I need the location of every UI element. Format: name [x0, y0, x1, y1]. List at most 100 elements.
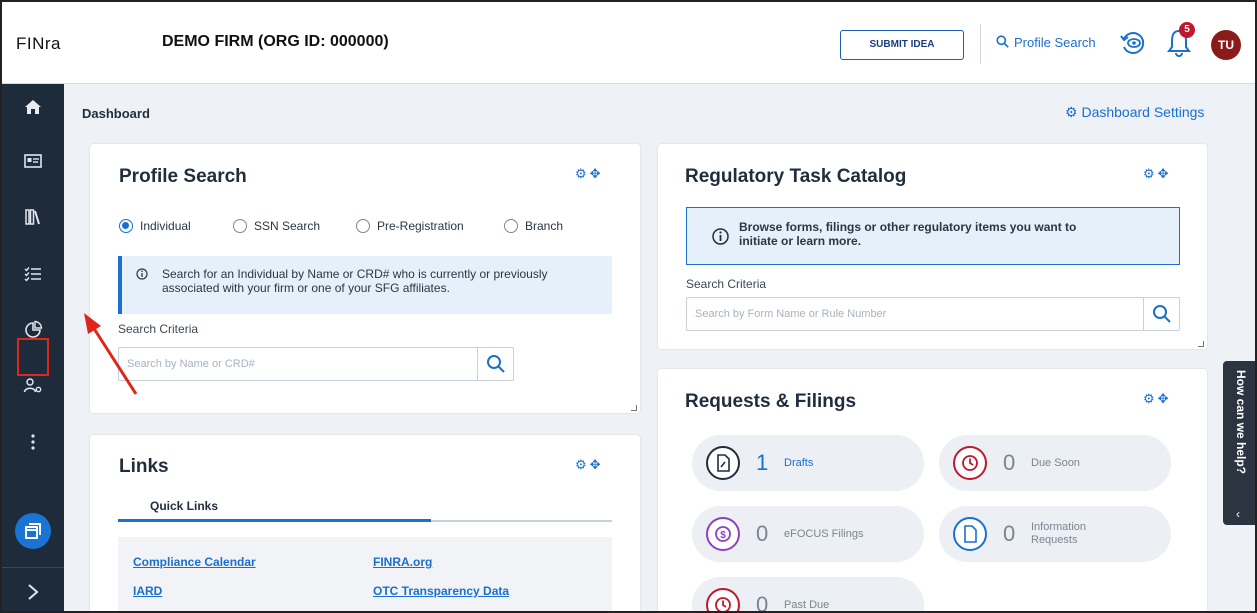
pill-count: 0	[1003, 450, 1016, 475]
info-line: associated with your firm or one of your…	[162, 281, 450, 295]
window-icon[interactable]	[15, 513, 51, 549]
radio-label: Individual	[140, 219, 191, 233]
link-iard[interactable]: IARD	[133, 584, 162, 598]
card-tools: ⚙✥	[575, 166, 604, 182]
search-icon	[996, 35, 1009, 48]
profile-search-button[interactable]	[477, 348, 513, 380]
info-line: Browse forms, filings or other regulator…	[739, 220, 1077, 234]
gear-icon: ⚙	[1065, 104, 1078, 120]
left-sidebar	[2, 84, 64, 611]
home-icon[interactable]	[2, 87, 64, 127]
radio-label: SSN Search	[254, 219, 321, 233]
avatar[interactable]: TU	[1211, 30, 1241, 60]
users-gear-icon[interactable]	[2, 366, 64, 406]
pill-label: eFOCUS Filings	[784, 527, 864, 540]
radio-selected-icon	[119, 219, 133, 233]
regulatory-search-input[interactable]	[687, 298, 1143, 330]
document-edit-icon	[706, 446, 740, 480]
chevron-left-icon[interactable]: ‹	[1236, 507, 1240, 521]
firm-name: DEMO FIRM (ORG ID: 000000)	[162, 33, 389, 50]
gear-icon[interactable]: ⚙	[575, 457, 590, 472]
profile-search-title: Profile Search	[119, 166, 247, 187]
regulatory-info-text: Browse forms, filings or other regulator…	[739, 220, 1169, 248]
profile-search-info-text: Search for an Individual by Name or CRD#…	[162, 267, 602, 295]
dashboard-settings-link[interactable]: ⚙ Dashboard Settings	[1065, 104, 1204, 121]
help-tab-label: How can we help?	[1234, 370, 1248, 475]
document-icon	[953, 517, 987, 551]
link-finra-org[interactable]: FINRA.org	[373, 555, 432, 569]
breadcrumb: Dashboard	[82, 106, 150, 121]
dashboard-settings-label: Dashboard Settings	[1081, 104, 1205, 120]
move-icon[interactable]: ✥	[590, 166, 604, 181]
pill-label: Information Requests	[1031, 521, 1086, 547]
gear-icon[interactable]: ⚙	[1143, 166, 1158, 181]
profile-search-input[interactable]	[119, 348, 477, 380]
id-card-icon[interactable]	[2, 141, 64, 181]
submit-idea-button[interactable]: SUBMIT IDEA	[840, 30, 964, 60]
info-line: Search for an Individual by Name or CRD#…	[162, 267, 548, 281]
gear-icon[interactable]: ⚙	[1143, 391, 1158, 406]
clock-icon	[706, 588, 740, 611]
card-tools: ⚙✥	[575, 457, 604, 473]
regulatory-search-field	[686, 297, 1180, 331]
search-criteria-label: Search Criteria	[686, 277, 767, 291]
pill-label: Due Soon	[1031, 456, 1080, 469]
pill-count: 0	[756, 592, 769, 613]
pill-label-line: Information	[1031, 521, 1087, 533]
move-icon[interactable]: ✥	[1158, 166, 1172, 181]
profile-search-label: Profile Search	[1014, 35, 1096, 50]
card-tools: ⚙✥	[1143, 166, 1172, 182]
radio-empty-icon	[356, 219, 370, 233]
dollar-icon: $	[706, 517, 740, 551]
profile-search-field	[118, 347, 514, 381]
links-title: Links	[119, 456, 169, 477]
radio-individual[interactable]: Individual	[119, 219, 191, 233]
task-list-icon[interactable]	[2, 254, 64, 294]
info-line: initiate or learn more.	[739, 234, 862, 248]
regulatory-title: Regulatory Task Catalog	[685, 166, 907, 187]
profile-search-link[interactable]: Profile Search	[996, 35, 1096, 50]
notification-badge: 5	[1179, 22, 1195, 38]
pill-efocus-filings[interactable]: $ 0 eFOCUS Filings	[692, 506, 924, 562]
radio-label: Pre-Registration	[377, 219, 464, 233]
link-compliance-calendar[interactable]: Compliance Calendar	[133, 555, 256, 569]
gear-icon[interactable]: ⚙	[575, 166, 590, 181]
clock-icon	[953, 446, 987, 480]
pill-information-requests[interactable]: 0 Information Requests	[939, 506, 1171, 562]
resize-handle[interactable]	[1198, 341, 1204, 347]
app-frame: FINra DEMO FIRM (ORG ID: 000000) SUBMIT …	[0, 0, 1257, 613]
radio-branch[interactable]: Branch	[504, 219, 563, 233]
radio-ssn-search[interactable]: SSN Search	[233, 219, 320, 233]
resize-handle[interactable]	[631, 405, 637, 411]
link-otc-transparency-data[interactable]: OTC Transparency Data	[373, 584, 509, 598]
header-divider	[980, 24, 981, 64]
tab-active-indicator	[118, 519, 431, 522]
finra-logo[interactable]: FINra	[16, 34, 61, 54]
move-icon[interactable]: ✥	[1158, 391, 1172, 406]
regulatory-search-button[interactable]	[1143, 298, 1179, 330]
quick-links-panel	[118, 537, 612, 611]
card-tools: ⚙✥	[1143, 391, 1172, 407]
requests-title: Requests & Filings	[685, 391, 857, 412]
tab-quick-links[interactable]: Quick Links	[150, 499, 218, 513]
pill-drafts[interactable]: 1 Drafts	[692, 435, 924, 491]
pill-past-due[interactable]: 0 Past Due	[692, 577, 924, 613]
pill-due-soon[interactable]: 0 Due Soon	[939, 435, 1171, 491]
info-icon	[712, 228, 729, 245]
library-icon[interactable]	[2, 197, 64, 237]
expand-icon[interactable]	[2, 567, 64, 611]
radio-empty-icon	[504, 219, 518, 233]
move-icon[interactable]: ✥	[590, 457, 604, 472]
pill-count: 0	[756, 521, 769, 546]
radio-label: Branch	[525, 219, 564, 233]
pill-label: Drafts	[784, 456, 814, 469]
pill-count: 0	[1003, 521, 1016, 546]
chart-pie-icon[interactable]	[2, 310, 64, 350]
svg-text:$: $	[720, 530, 726, 541]
more-icon[interactable]	[2, 422, 64, 462]
radio-empty-icon	[233, 219, 247, 233]
history-eye-icon[interactable]	[1120, 30, 1146, 56]
info-icon	[136, 268, 148, 280]
pill-label-line: Requests	[1031, 534, 1078, 546]
radio-pre-registration[interactable]: Pre-Registration	[356, 219, 464, 233]
